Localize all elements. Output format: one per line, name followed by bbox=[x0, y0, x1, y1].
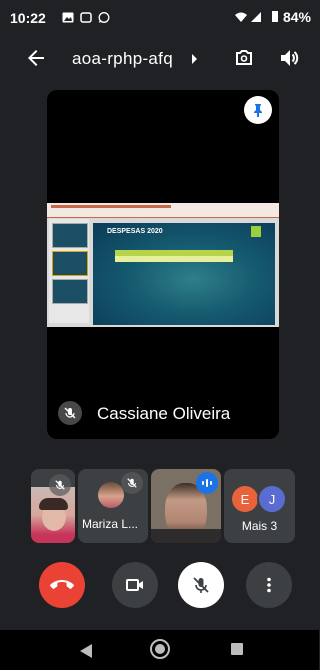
arrow-back-icon bbox=[28, 50, 44, 66]
audio-level-icon bbox=[202, 479, 212, 487]
back-button[interactable] bbox=[24, 46, 48, 70]
more-participants-label: Mais 3 bbox=[241, 519, 278, 533]
participant-shirt bbox=[151, 529, 221, 543]
battery-icon bbox=[272, 11, 279, 22]
participant-tile[interactable] bbox=[31, 469, 75, 543]
mic-off-icon bbox=[193, 577, 209, 593]
camera-toggle-button[interactable] bbox=[112, 562, 158, 608]
participant-tile[interactable] bbox=[151, 469, 221, 543]
speaking-indicator bbox=[196, 472, 218, 494]
volume-icon bbox=[281, 50, 299, 66]
nav-home-icon[interactable] bbox=[150, 639, 170, 659]
end-call-button[interactable] bbox=[39, 562, 85, 608]
switch-camera-icon bbox=[236, 50, 252, 65]
participant-hair bbox=[39, 498, 68, 510]
slide-thumbnail bbox=[52, 223, 88, 248]
mic-off-icon bbox=[55, 480, 65, 490]
cast-notification-icon bbox=[80, 12, 92, 23]
slide-table bbox=[115, 250, 233, 262]
main-participant-name: Cassiane Oliveira bbox=[97, 404, 231, 423]
main-muted-indicator bbox=[58, 401, 82, 425]
more-vert-icon bbox=[267, 577, 271, 593]
avatar bbox=[98, 482, 124, 508]
avatar: J bbox=[257, 484, 287, 514]
slide-thumbnails bbox=[49, 219, 89, 323]
whatsapp-notification-icon bbox=[98, 12, 110, 23]
switch-camera-button[interactable] bbox=[232, 46, 256, 70]
status-time: 10:22 bbox=[10, 10, 46, 26]
status-right: 84% bbox=[233, 9, 311, 25]
participant-name: Mariza L... bbox=[82, 517, 139, 531]
nav-back-icon[interactable] bbox=[80, 644, 92, 658]
participant-tile[interactable]: Mariza L... bbox=[78, 469, 148, 543]
pin-button[interactable] bbox=[244, 96, 272, 124]
slide-thumbnail bbox=[52, 251, 88, 276]
camera-icon bbox=[126, 579, 143, 591]
shared-screen-slide: DESPESAS 2020 bbox=[47, 203, 279, 327]
slide-app-ribbon bbox=[47, 203, 279, 218]
pin-icon bbox=[254, 104, 262, 117]
image-notification-icon bbox=[62, 12, 74, 23]
audio-output-button[interactable] bbox=[277, 46, 301, 70]
more-options-button[interactable] bbox=[246, 562, 292, 608]
slide-canvas: DESPESAS 2020 bbox=[93, 223, 275, 325]
mic-off-icon bbox=[127, 478, 137, 488]
system-navigation-bar bbox=[0, 630, 319, 670]
app-bar: aoa-rphp-afq bbox=[0, 40, 319, 76]
participant-muted-indicator bbox=[49, 474, 71, 496]
participant-muted-indicator bbox=[121, 472, 143, 494]
mic-off-icon bbox=[64, 407, 76, 419]
status-bar: 10:22 84% bbox=[0, 0, 319, 34]
nav-recents-icon[interactable] bbox=[231, 643, 243, 655]
end-call-icon bbox=[50, 580, 74, 589]
slide-thumbnail bbox=[52, 279, 88, 304]
battery-percent: 84% bbox=[282, 9, 311, 25]
slide-accent bbox=[251, 226, 261, 237]
meeting-details-arrow-icon[interactable] bbox=[192, 54, 197, 64]
microphone-toggle-button[interactable] bbox=[178, 562, 224, 608]
more-participants-tile[interactable]: E J Mais 3 bbox=[224, 469, 295, 543]
meeting-code-title[interactable]: aoa-rphp-afq bbox=[72, 49, 173, 69]
slide-title: DESPESAS 2020 bbox=[107, 228, 163, 235]
notification-icons bbox=[62, 12, 110, 23]
signal-wifi-icon bbox=[235, 12, 262, 22]
avatar: E bbox=[232, 486, 258, 512]
